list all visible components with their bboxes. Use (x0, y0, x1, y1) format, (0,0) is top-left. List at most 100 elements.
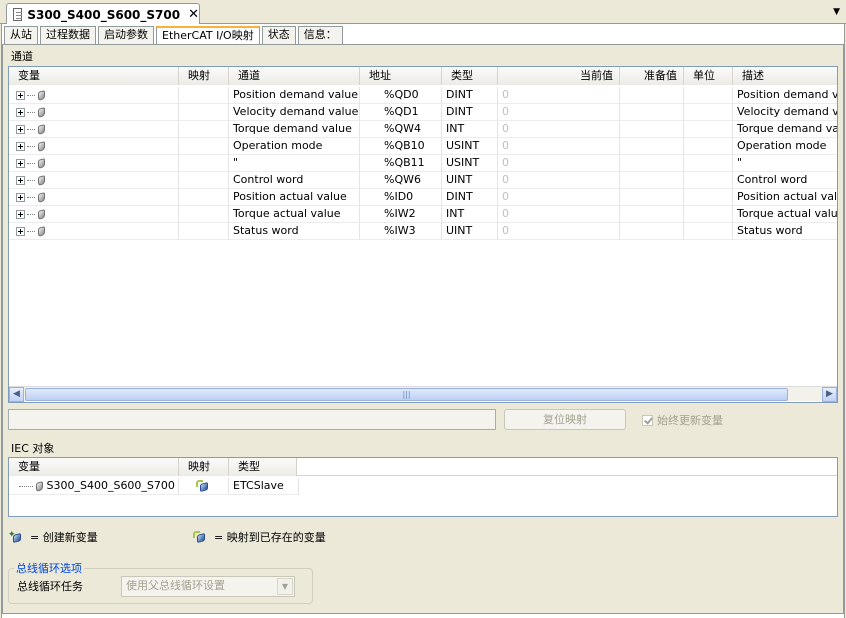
variable-cell[interactable] (9, 121, 179, 138)
variable-cell[interactable] (9, 138, 179, 155)
tab-slave[interactable]: 从站 (4, 26, 38, 44)
current-value-cell: 0 (498, 206, 620, 223)
iec-mapping-cell[interactable] (179, 478, 229, 495)
column-header-address[interactable]: 地址 (360, 67, 442, 85)
close-icon[interactable]: ✕ (188, 7, 199, 22)
expand-icon[interactable] (16, 158, 25, 168)
variable-cell[interactable] (9, 206, 179, 223)
tab-information[interactable]: 信息： (297, 26, 343, 44)
prepared-value-cell[interactable] (620, 189, 684, 206)
document-tab[interactable]: S300_S400_S600_S700 ✕ (6, 3, 200, 25)
always-update-checkbox[interactable] (642, 414, 653, 426)
iec-variable-cell[interactable]: S300_S400_S600_S700 (9, 478, 179, 495)
table-row[interactable]: Torque actual value %IW2 INT 0 Torque ac… (9, 206, 837, 223)
bus-cycle-task-select[interactable]: 使用父总线循环设置 ▼ (121, 576, 295, 597)
prepared-value-cell[interactable] (620, 121, 684, 138)
channel-cell: Torque demand value (229, 121, 360, 138)
mapping-cell[interactable] (179, 206, 229, 223)
current-value-cell: 0 (498, 172, 620, 189)
description-cell: " (733, 155, 837, 172)
prepared-value-cell[interactable] (620, 138, 684, 155)
column-header-channel[interactable]: 通道 (229, 67, 360, 85)
prepared-value-cell[interactable] (620, 172, 684, 189)
prepared-value-cell[interactable] (620, 155, 684, 172)
mapping-cell[interactable] (179, 172, 229, 189)
variable-cell[interactable] (9, 172, 179, 189)
column-header-prepared-value[interactable]: 准备值 (620, 67, 684, 85)
variable-cell[interactable] (9, 87, 179, 104)
mapping-cell[interactable] (179, 155, 229, 172)
prepared-value-cell[interactable] (620, 223, 684, 240)
channels-section-label: 通道 (11, 50, 33, 63)
reset-mapping-button[interactable]: 复位映射 (504, 409, 626, 430)
expand-icon[interactable] (16, 107, 25, 117)
mapping-cell[interactable] (179, 104, 229, 121)
variable-icon (38, 106, 45, 118)
variable-cell[interactable] (9, 223, 179, 240)
column-header-variable[interactable]: 变量 (9, 67, 179, 85)
table-row[interactable]: Operation mode %QB10 USINT 0 Operation m… (9, 138, 837, 155)
expand-icon[interactable] (16, 141, 25, 151)
expand-icon[interactable] (16, 192, 25, 202)
table-row[interactable]: Position demand value %QD0 DINT 0 Positi… (9, 87, 837, 104)
scroll-right-icon[interactable]: ▶ (822, 386, 837, 402)
table-row[interactable]: Control word %QW6 UINT 0 Control word (9, 172, 837, 189)
table-row[interactable]: Torque demand value %QW4 INT 0 Torque de… (9, 121, 837, 138)
current-value-cell: 0 (498, 155, 620, 172)
description-cell: Position demand value (733, 87, 837, 104)
variable-cell[interactable] (9, 189, 179, 206)
scroll-left-icon[interactable]: ◀ (9, 386, 24, 402)
mapping-cell[interactable] (179, 189, 229, 206)
current-value-cell: 0 (498, 104, 620, 121)
table-row[interactable]: S300_S400_S600_S700 ETCSlave (9, 478, 299, 495)
legend-create-new-label: = 创建新变量 (30, 531, 98, 544)
type-cell: USINT (442, 155, 498, 172)
mapping-cell[interactable] (179, 87, 229, 104)
tab-status[interactable]: 状态 (261, 26, 296, 44)
map-existing-variable-icon (192, 531, 206, 544)
expand-icon[interactable] (16, 209, 25, 219)
unit-cell (684, 104, 733, 121)
variable-icon (38, 123, 45, 135)
filter-textbox[interactable] (8, 409, 496, 430)
mapping-cell[interactable] (179, 138, 229, 155)
mapping-cell[interactable] (179, 121, 229, 138)
current-value-cell: 0 (498, 189, 620, 206)
prepared-value-cell[interactable] (620, 206, 684, 223)
column-header-description[interactable]: 描述 (733, 67, 837, 85)
prepared-value-cell[interactable] (620, 104, 684, 121)
column-header-mapping[interactable]: 映射 (179, 67, 229, 85)
expand-icon[interactable] (16, 226, 25, 236)
table-row[interactable]: " %QB11 USINT 0 " (9, 155, 837, 172)
column-header-current-value[interactable]: 当前值 (498, 67, 620, 85)
table-row[interactable]: Position actual value %ID0 DINT 0 Positi… (9, 189, 837, 206)
expand-icon[interactable] (16, 175, 25, 185)
mapping-cell[interactable] (179, 223, 229, 240)
type-cell: DINT (442, 104, 498, 121)
tab-list-dropdown-icon[interactable]: ▼ (833, 7, 840, 17)
tab-startup-parameters[interactable]: 启动参数 (98, 26, 154, 44)
horizontal-scrollbar[interactable]: ◀ ||| ▶ (9, 386, 837, 402)
tab-ethercat-io-mapping[interactable]: EtherCAT I/O映射 (156, 26, 260, 45)
variable-cell[interactable] (9, 155, 179, 172)
type-cell: DINT (442, 189, 498, 206)
iec-column-header-mapping[interactable]: 映射 (179, 458, 229, 476)
expand-icon[interactable] (16, 90, 25, 100)
column-header-type[interactable]: 类型 (442, 67, 498, 85)
editor-tabs: 从站 过程数据 启动参数 EtherCAT I/O映射 状态 信息： (4, 26, 345, 45)
table-row[interactable]: Velocity demand value %QD1 DINT 0 Veloci… (9, 104, 837, 121)
description-cell: Status word (733, 223, 837, 240)
column-header-unit[interactable]: 单位 (684, 67, 733, 85)
unit-cell (684, 172, 733, 189)
variable-cell[interactable] (9, 104, 179, 121)
iec-column-header-type[interactable]: 类型 (229, 458, 297, 476)
chevron-down-icon[interactable]: ▼ (277, 578, 293, 595)
address-cell: %QD0 (360, 87, 442, 104)
always-update-checkbox-group[interactable]: 始终更新变量 (642, 412, 723, 428)
prepared-value-cell[interactable] (620, 87, 684, 104)
scrollbar-thumb[interactable]: ||| (25, 387, 788, 401)
tab-process-data[interactable]: 过程数据 (40, 26, 96, 44)
iec-column-header-variable[interactable]: 变量 (9, 458, 179, 476)
expand-icon[interactable] (16, 124, 25, 134)
table-row[interactable]: Status word %IW3 UINT 0 Status word (9, 223, 837, 240)
